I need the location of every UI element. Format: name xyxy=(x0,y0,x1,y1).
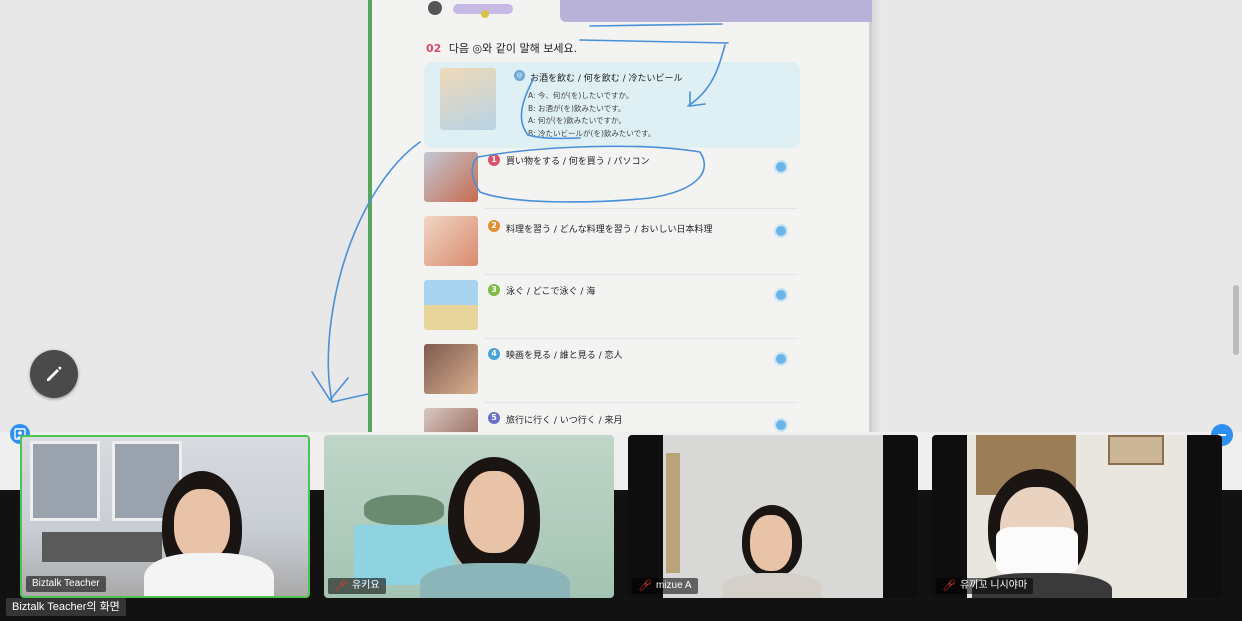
mic-muted-icon: 🎤︎ xyxy=(942,580,956,592)
scrollbar[interactable] xyxy=(1230,0,1242,490)
participant-name: 유키요 xyxy=(351,580,380,591)
exercise-item: 5 旅行に行く / いつ行く / 来月 xyxy=(424,404,798,432)
item-number: 3 xyxy=(488,284,500,296)
example-marker: ◎ xyxy=(514,70,525,81)
example-illustration xyxy=(440,68,496,130)
page-header-band xyxy=(560,0,872,22)
participant-tile[interactable]: 🎤︎ 유끼꼬 니시야마 xyxy=(932,435,1222,598)
item-illustration xyxy=(424,280,478,330)
item-text: 泳ぐ / どこで泳ぐ / 海 xyxy=(506,287,596,297)
participant-body xyxy=(420,563,570,598)
audio-icon[interactable] xyxy=(774,352,788,366)
desk-background xyxy=(42,532,162,562)
divider xyxy=(484,274,798,275)
participant-tile[interactable]: 🎤︎ 유키요 xyxy=(324,435,614,598)
screen-share-label: Biztalk Teacher의 화면 xyxy=(6,598,126,616)
item-text: 買い物をする / 何を買う / パソコン xyxy=(506,157,650,167)
item-illustration xyxy=(424,408,478,432)
audio-icon[interactable] xyxy=(774,224,788,238)
exercise-item: 4 映画を見る / 誰と見る / 恋人 xyxy=(424,340,798,403)
annotate-button[interactable] xyxy=(30,350,78,398)
example-line: B: お酒が(を)飲みたいです。 xyxy=(528,103,626,113)
participant-name-label: 🎤︎ 유끼꼬 니시야마 xyxy=(936,578,1034,594)
page-edge xyxy=(872,0,882,432)
audio-icon[interactable] xyxy=(774,288,788,302)
participant-face xyxy=(174,489,230,561)
item-text: 映画を見る / 誰と見る / 恋人 xyxy=(506,351,623,361)
divider xyxy=(484,338,798,339)
participant-body xyxy=(144,553,274,596)
exercise-item: 3 泳ぐ / どこで泳ぐ / 海 xyxy=(424,276,798,339)
item-number: 2 xyxy=(488,220,500,232)
participant-name-label: 🎤︎ 유키요 xyxy=(328,578,386,594)
participant-body xyxy=(722,573,822,598)
participant-name-label: 🎤︎ mizue A xyxy=(632,578,698,594)
exercise-item: 1 買い物をする / 何を買う / パソコン xyxy=(424,148,798,210)
item-illustration xyxy=(424,216,478,266)
audio-icon[interactable] xyxy=(774,160,788,174)
item-number: 5 xyxy=(488,412,500,424)
pencil-icon xyxy=(47,366,62,381)
exercise-number: 02 xyxy=(426,42,442,55)
participant-face xyxy=(464,471,524,553)
example-line: B: 冷たいビールが(を)飲みたいです。 xyxy=(528,128,656,138)
example-line: A: 今、何が(を)したいですか。 xyxy=(528,91,634,100)
participant-name: mizue A xyxy=(655,580,692,591)
exercise-item: 2 料理を習う / どんな料理を習う / おいしい日本料理 xyxy=(424,212,798,275)
face-mask xyxy=(996,527,1078,575)
scrollbar-thumb[interactable] xyxy=(1233,285,1239,355)
participant-name-label: Biztalk Teacher xyxy=(26,576,106,592)
header-illustration xyxy=(428,1,513,18)
audio-icon[interactable] xyxy=(774,418,788,432)
item-number: 1 xyxy=(488,154,500,166)
item-illustration xyxy=(424,152,478,202)
item-illustration xyxy=(424,344,478,394)
participant-face xyxy=(750,515,792,571)
divider xyxy=(484,208,798,209)
mic-muted-icon: 🎤︎ xyxy=(334,580,348,592)
example-line: A: 何が(を)飲みたいですか。 xyxy=(528,116,626,126)
exercise-title: 02 다음 ◎와 같이 말해 보세요. xyxy=(426,40,577,56)
exercise-instruction: 다음 ◎와 같이 말해 보세요. xyxy=(448,42,578,55)
participant-tile[interactable]: Biztalk Teacher xyxy=(20,435,310,598)
participant-name: Biztalk Teacher xyxy=(32,578,100,589)
picture-frame-background xyxy=(1108,435,1164,465)
window-background xyxy=(30,441,100,521)
mic-muted-icon: 🎤︎ xyxy=(638,580,652,592)
example-prompt: お酒を飲む / 何を飲む / 冷たいビール xyxy=(530,74,683,84)
item-text: 旅行に行く / いつ行く / 来月 xyxy=(506,416,623,426)
item-number: 4 xyxy=(488,348,500,360)
wall-chart-background xyxy=(666,453,680,573)
example-dialogue: A: 今、何が(を)したいですか。 B: お酒が(を)飲みたいです。 A: 何が… xyxy=(528,90,655,140)
shared-screen: 02 다음 ◎와 같이 말해 보세요. ◎ お酒を飲む / 何を飲む / 冷たい… xyxy=(0,0,1242,432)
participant-tile[interactable]: 🎤︎ mizue A xyxy=(628,435,918,598)
divider xyxy=(484,402,798,403)
item-text: 料理を習う / どんな料理を習う / おいしい日本料理 xyxy=(506,225,713,235)
plant-background xyxy=(364,495,444,525)
participant-name: 유끼꼬 니시야마 xyxy=(959,580,1028,591)
